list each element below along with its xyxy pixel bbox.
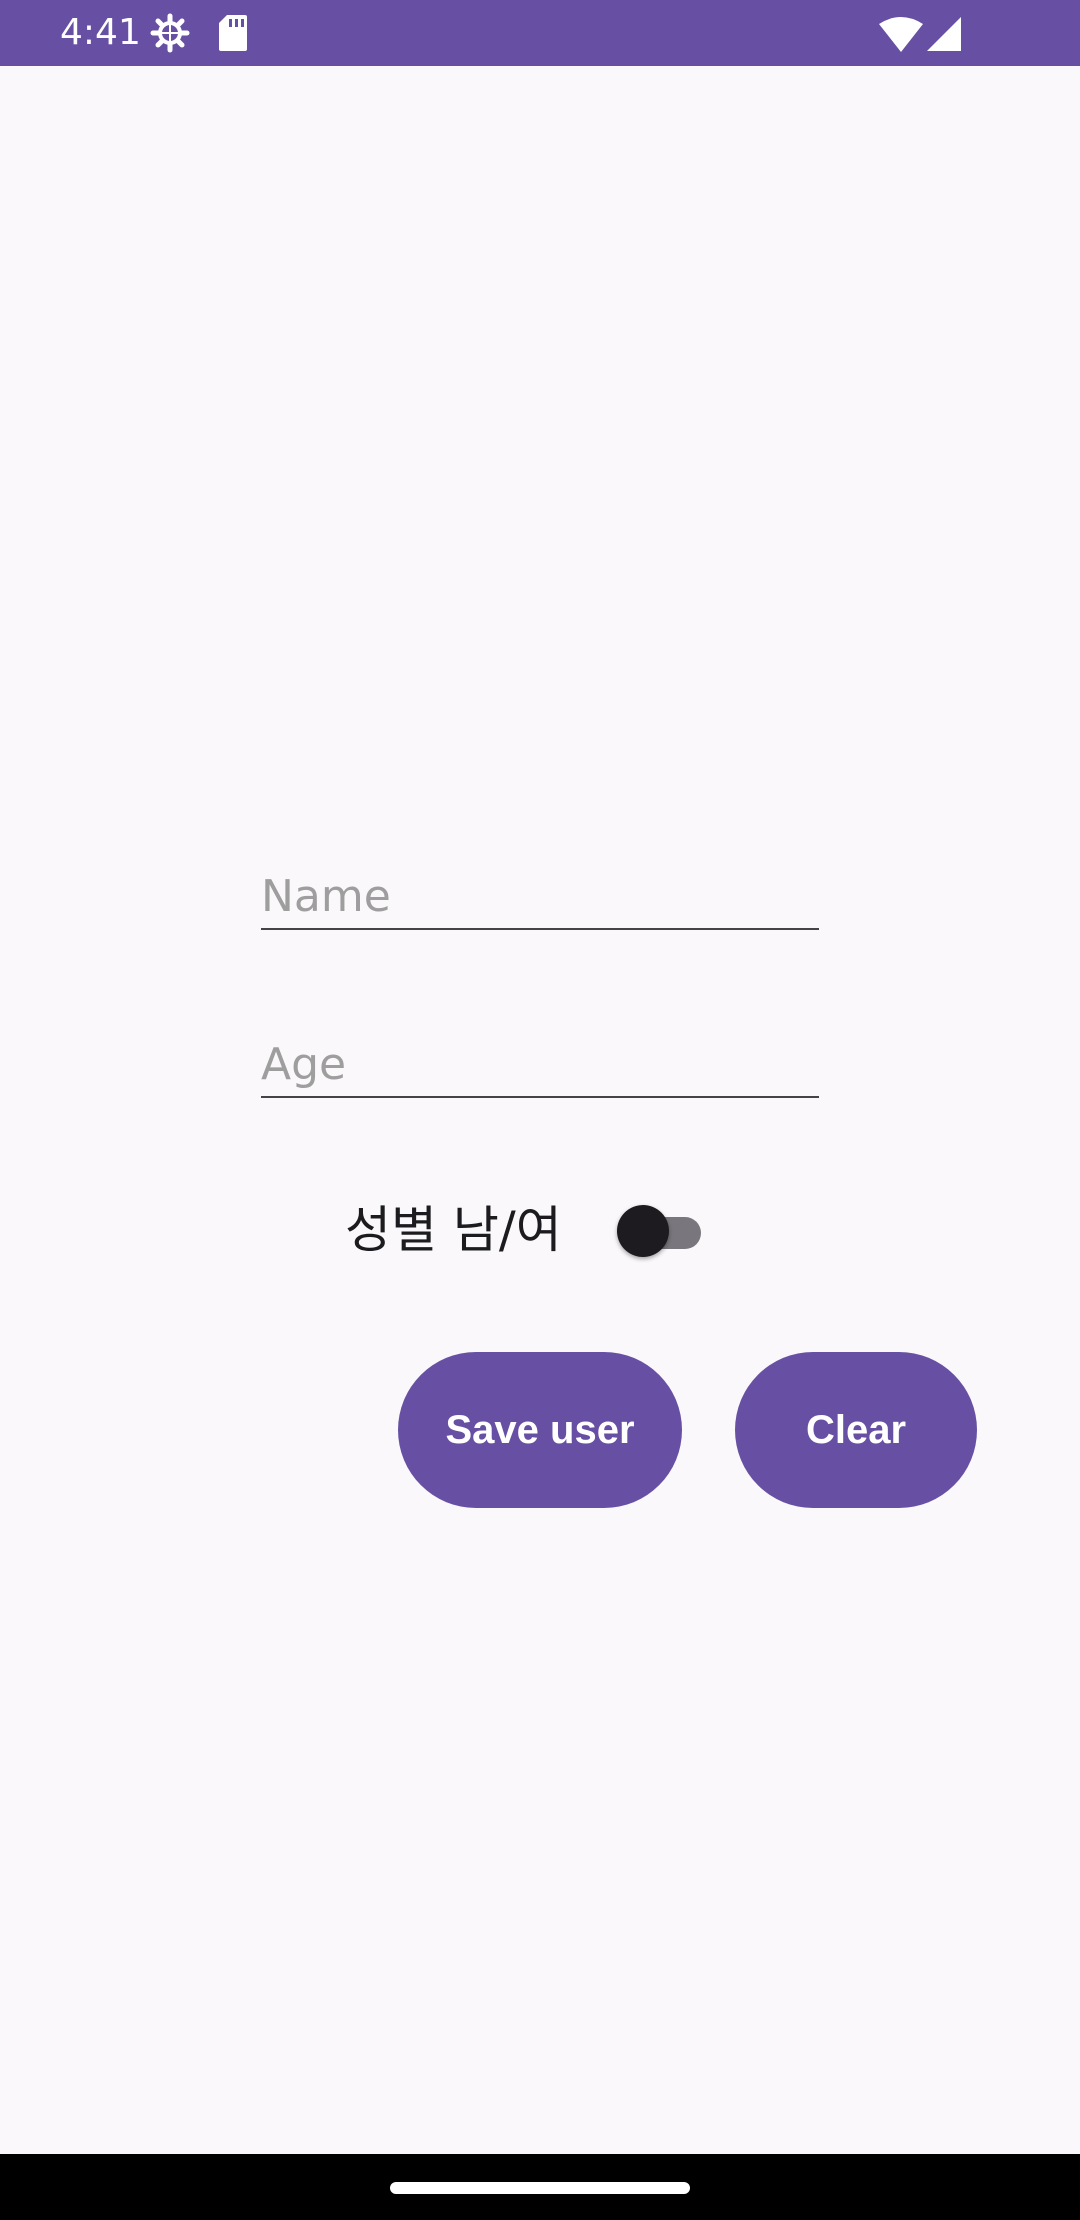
- navigation-bar: [0, 2154, 1080, 2220]
- status-bar: 4:41: [0, 0, 1080, 66]
- sd-card-icon: [219, 15, 247, 51]
- home-gesture-handle[interactable]: [390, 2182, 690, 2194]
- wifi-icon: [879, 17, 923, 52]
- name-field[interactable]: [261, 860, 819, 930]
- gear-icon: [150, 13, 190, 53]
- gender-label: 성별 남/여: [345, 1201, 562, 1259]
- save-user-button[interactable]: Save user: [398, 1352, 682, 1508]
- age-field[interactable]: [261, 1028, 819, 1098]
- gender-switch[interactable]: [615, 1203, 705, 1259]
- clear-button[interactable]: Clear: [735, 1352, 977, 1508]
- status-time: 4:41: [60, 12, 141, 53]
- name-input[interactable]: [261, 871, 819, 922]
- age-input[interactable]: [261, 1039, 819, 1090]
- signal-icon: [927, 17, 961, 51]
- switch-thumb[interactable]: [617, 1205, 669, 1257]
